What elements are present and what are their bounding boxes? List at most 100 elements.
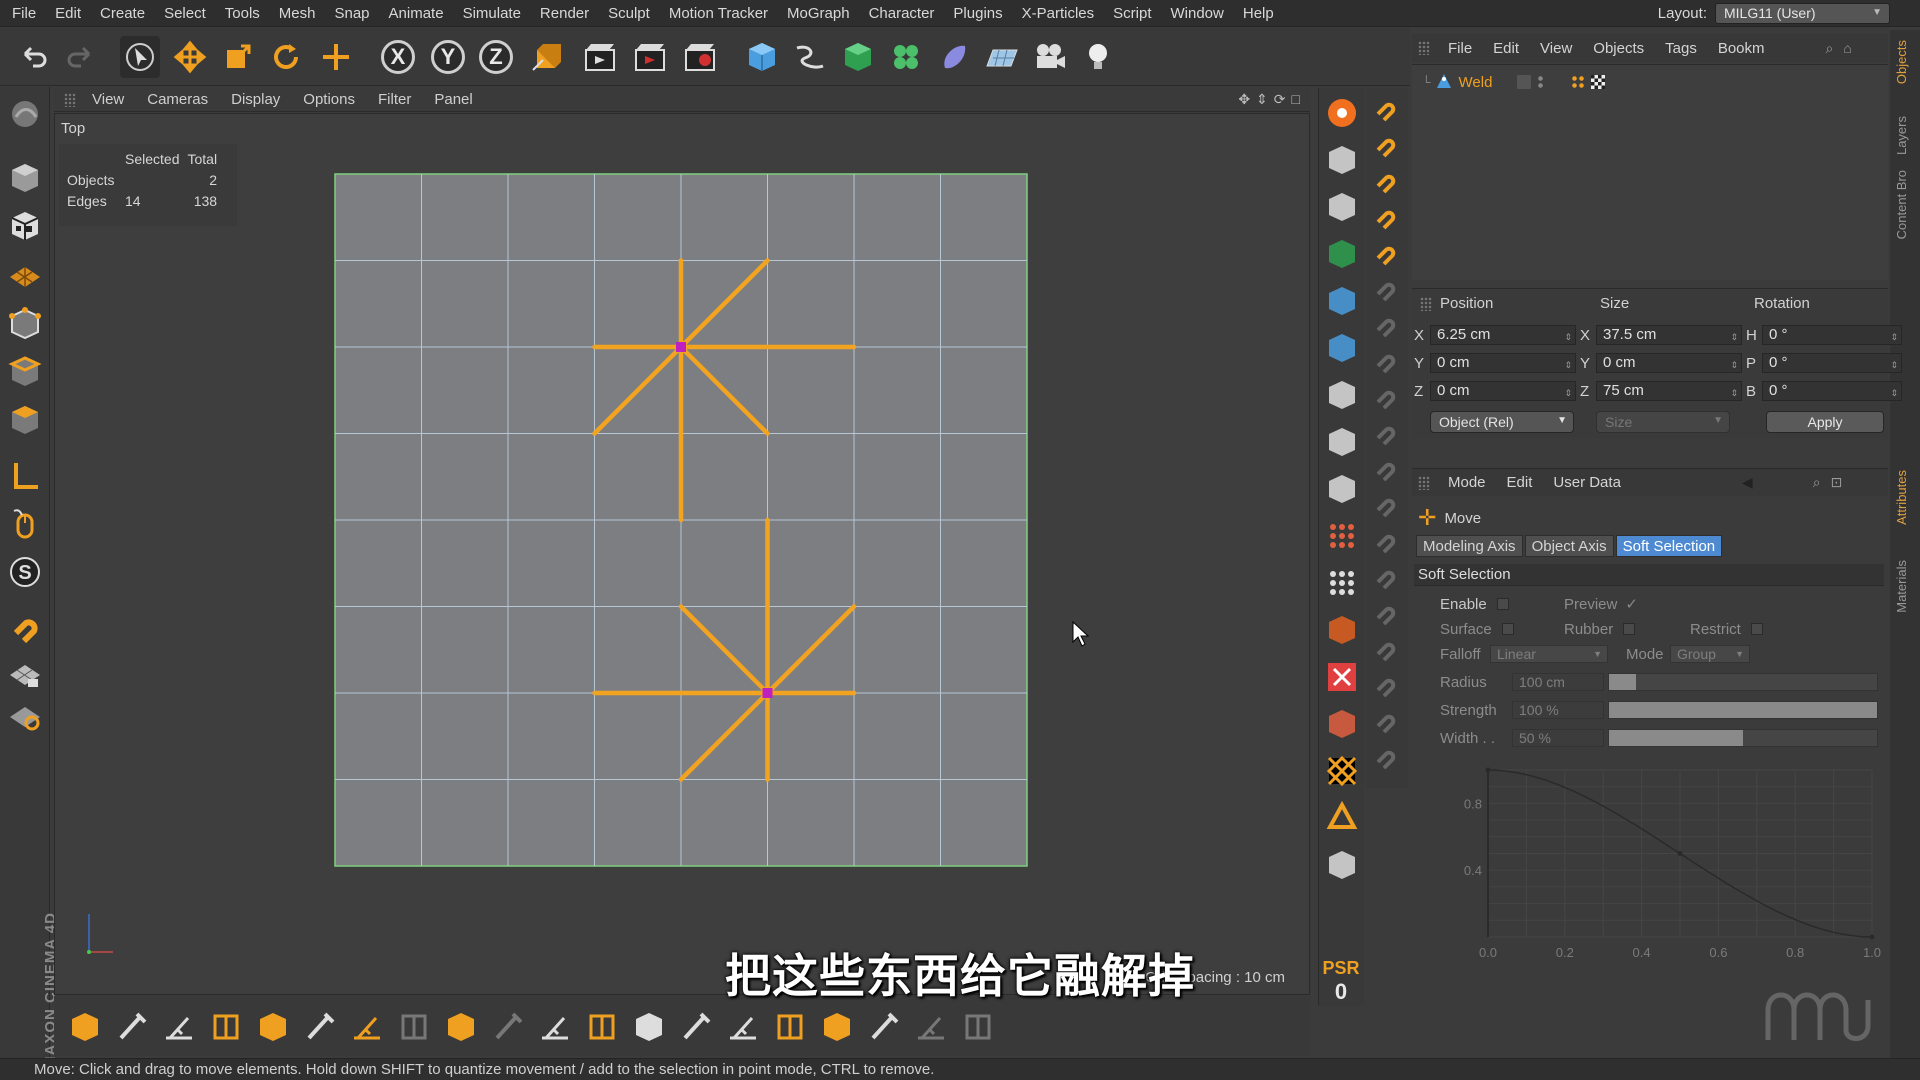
snapping-button[interactable] xyxy=(6,607,44,645)
grid-array-button[interactable] xyxy=(1323,376,1361,414)
spinner-icon[interactable]: ⇕ xyxy=(1730,328,1738,346)
maximize-icon[interactable]: □ xyxy=(1292,91,1300,108)
inner-extrude-button[interactable] xyxy=(254,1008,292,1046)
solo-mode-button[interactable]: S xyxy=(6,553,44,591)
melt-tool-button[interactable] xyxy=(442,1008,480,1046)
width-slider[interactable] xyxy=(1608,729,1878,747)
coord-size-input[interactable]: 0 cm ⇕ xyxy=(1596,353,1742,373)
render-region-button[interactable] xyxy=(1323,846,1361,884)
tab-soft-selection[interactable]: Soft Selection xyxy=(1615,535,1723,557)
menu-window[interactable]: Window xyxy=(1171,5,1224,22)
object-cube-button[interactable] xyxy=(1323,282,1361,320)
stitch-button[interactable] xyxy=(677,1008,715,1046)
extrude-button[interactable] xyxy=(207,1008,245,1046)
snap-polygon-button[interactable] xyxy=(1370,596,1402,628)
orbit-icon[interactable]: ⟳ xyxy=(1274,91,1286,108)
menu-select[interactable]: Select xyxy=(164,5,206,22)
om-menu-file[interactable]: File xyxy=(1448,40,1472,57)
om-menu-tags[interactable]: Tags xyxy=(1665,40,1697,57)
menu-snap[interactable]: Snap xyxy=(334,5,369,22)
menu-create[interactable]: Create xyxy=(100,5,145,22)
iron-button[interactable] xyxy=(630,1008,668,1046)
rubber-checkbox[interactable] xyxy=(1623,623,1636,635)
surface-checkbox[interactable] xyxy=(1501,623,1514,635)
panel-grip-icon[interactable] xyxy=(1420,297,1432,311)
snap-rotate-button[interactable] xyxy=(1370,200,1402,232)
redo-button[interactable] xyxy=(60,36,100,78)
extrude-object-button[interactable] xyxy=(1323,611,1361,649)
attr-menu-edit[interactable]: Edit xyxy=(1507,474,1533,491)
menu-edit[interactable]: Edit xyxy=(55,5,81,22)
snap-plane-button[interactable] xyxy=(1370,704,1402,736)
live-selection-button[interactable] xyxy=(316,36,356,78)
layout-dropdown[interactable]: MILG11 (User) ▼ xyxy=(1715,3,1890,24)
close-hole-button[interactable] xyxy=(912,1008,950,1046)
coord-size-input[interactable]: 75 cm ⇕ xyxy=(1596,381,1742,401)
home-icon[interactable]: ⌂ xyxy=(1843,40,1851,56)
curve-knot[interactable] xyxy=(1869,934,1875,940)
pattern-button[interactable] xyxy=(1323,752,1361,790)
workplane-mode-button[interactable] xyxy=(6,255,44,293)
tab-object-axis[interactable]: Object Axis xyxy=(1524,535,1614,557)
y-axis-lock-button[interactable]: Y xyxy=(428,36,468,78)
dolly-icon[interactable]: ⇕ xyxy=(1256,91,1268,108)
coordinate-mode-dropdown[interactable]: Object (Rel) ▼ xyxy=(1430,411,1574,433)
dots-select-button[interactable] xyxy=(1323,329,1361,367)
om-menu-view[interactable]: View xyxy=(1540,40,1572,57)
menu-plugins[interactable]: Plugins xyxy=(953,5,1002,22)
add-floor-button[interactable] xyxy=(982,36,1022,78)
knife-tool-button[interactable] xyxy=(66,1008,104,1046)
bevel-button[interactable] xyxy=(818,1008,856,1046)
snap-3d-button[interactable] xyxy=(1370,128,1402,160)
coord-pos-input[interactable]: 0 cm ⇕ xyxy=(1430,353,1576,373)
add-deformer-button[interactable] xyxy=(934,36,974,78)
coord-pos-input[interactable]: 0 cm ⇕ xyxy=(1430,381,1576,401)
size-mode-dropdown[interactable]: Size ▼ xyxy=(1596,411,1730,433)
selected-vertex[interactable] xyxy=(762,688,773,698)
z-axis-lock-button[interactable]: Z xyxy=(476,36,516,78)
snap-line-button[interactable] xyxy=(1370,560,1402,592)
pan-icon[interactable]: ✥ xyxy=(1238,91,1250,108)
curve-knot[interactable] xyxy=(1485,767,1491,773)
coord-rot-input[interactable]: 0 ° ⇕ xyxy=(1762,325,1902,345)
polygon-select-button[interactable] xyxy=(1323,188,1361,226)
menu-character[interactable]: Character xyxy=(869,5,935,22)
om-menu-edit[interactable]: Edit xyxy=(1493,40,1519,57)
spinner-icon[interactable]: ⇕ xyxy=(1890,356,1898,374)
snap-ruler-button[interactable] xyxy=(1370,524,1402,556)
texture-tag-icon[interactable] xyxy=(1590,75,1605,89)
spinner-icon[interactable]: ⇕ xyxy=(1890,328,1898,346)
snap-angle-button[interactable] xyxy=(1370,668,1402,700)
om-menu-objects[interactable]: Objects xyxy=(1593,40,1644,57)
enable-axis-button[interactable] xyxy=(6,457,44,495)
curve-knot[interactable] xyxy=(1677,851,1683,856)
coord-rot-input[interactable]: 0 ° ⇕ xyxy=(1762,381,1902,401)
menu-mograph[interactable]: MoGraph xyxy=(787,5,850,22)
snap-pen-button[interactable] xyxy=(1370,272,1402,304)
select-tool-button[interactable] xyxy=(120,36,160,78)
snap-brush-button[interactable] xyxy=(1370,416,1402,448)
panel-grip-icon[interactable] xyxy=(64,92,76,107)
search-icon[interactable]: ⌕ xyxy=(1813,474,1821,491)
points-mode-button[interactable] xyxy=(6,305,44,343)
brush-tool-button[interactable] xyxy=(489,1008,527,1046)
panel-grip-icon[interactable] xyxy=(1418,41,1430,55)
menu-motion-tracker[interactable]: Motion Tracker xyxy=(669,5,768,22)
bridge-button[interactable] xyxy=(301,1008,339,1046)
vp-menu-filter[interactable]: Filter xyxy=(378,91,411,108)
magnet-tool-button[interactable] xyxy=(865,1008,903,1046)
symmetry-button[interactable] xyxy=(1323,470,1361,508)
search-icon[interactable]: ⌕ xyxy=(1826,40,1834,57)
rotate-tool-button[interactable] xyxy=(266,36,306,78)
enable-checkbox[interactable] xyxy=(1496,598,1509,610)
tab-materials[interactable]: Materials xyxy=(1894,560,1914,613)
spinner-icon[interactable]: ⇕ xyxy=(1564,384,1572,402)
coordinate-system-button[interactable] xyxy=(526,36,566,78)
warning-sign-button[interactable] xyxy=(1323,705,1361,743)
snap-corner-button[interactable] xyxy=(1370,632,1402,664)
subdivide-button[interactable] xyxy=(1323,235,1361,273)
tab-modeling-axis[interactable]: Modeling Axis xyxy=(1416,535,1523,557)
om-menu-bookmarks[interactable]: Bookm xyxy=(1718,40,1765,57)
close-x-button[interactable] xyxy=(1323,658,1361,696)
preview-checkbox[interactable]: ✓ xyxy=(1625,595,1638,613)
